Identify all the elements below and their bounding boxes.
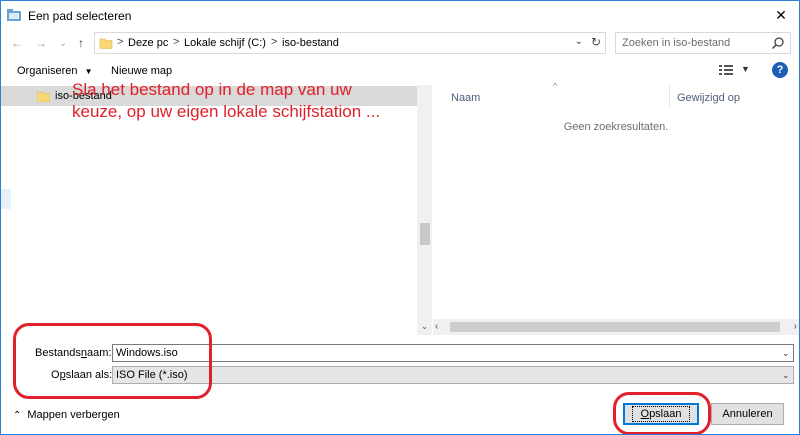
new-folder-button[interactable]: Nieuwe map [111, 65, 172, 77]
arrow-up-icon: ↑ [78, 36, 84, 50]
navigation-scrollbar[interactable] [417, 85, 432, 335]
folder-icon [37, 91, 50, 102]
view-dropdown-icon[interactable]: ▼ [741, 64, 750, 74]
filetype-select[interactable]: ISO File (*.iso) [112, 366, 794, 384]
hide-folders-label: Mappen verbergen [27, 409, 120, 421]
search-placeholder: Zoeken in iso-bestand [622, 37, 731, 49]
highlight-ring-fields [13, 323, 212, 399]
caret-down-icon: ▼ [84, 67, 93, 76]
breadcrumb-separator: > [117, 36, 124, 48]
column-header-modified[interactable]: Gewijzigd op [677, 92, 740, 104]
window-title: Een pad selecteren [28, 9, 132, 23]
breadcrumb-iso-folder[interactable]: iso-bestand [282, 37, 339, 49]
refresh-button[interactable]: ↻ [591, 35, 601, 49]
close-button[interactable]: ✕ [763, 1, 799, 29]
chevron-down-icon: ⌄ [59, 37, 67, 48]
chevron-up-icon: ⌃ [13, 410, 22, 421]
breadcrumb-separator: > [173, 36, 180, 48]
up-button[interactable]: ↑ [73, 35, 89, 51]
forward-button[interactable]: → [33, 35, 49, 51]
filename-dropdown-icon[interactable]: ⌄ [782, 348, 790, 359]
sort-caret-icon: ^ [553, 81, 558, 91]
cancel-button[interactable]: Annuleren [711, 403, 784, 425]
horizontal-scrollbar[interactable]: ‹ › [433, 319, 799, 335]
address-bar[interactable]: > Deze pc > Lokale schijf (C:) > iso-bes… [94, 32, 606, 54]
filetype-dropdown-icon[interactable]: ⌄ [782, 370, 790, 381]
search-icon [771, 37, 784, 50]
back-button[interactable]: ← [9, 35, 25, 51]
help-icon[interactable]: ? [772, 62, 788, 78]
scrollbar-thumb[interactable] [420, 223, 430, 245]
save-dialog: Een pad selecteren ✕ ← → ⌄ ↑ > Deze pc >… [0, 0, 800, 435]
view-options-icon[interactable] [719, 64, 733, 76]
arrow-right-icon: → [35, 36, 47, 50]
breadcrumb-separator: > [271, 36, 278, 48]
pane-edge-highlight [1, 189, 11, 209]
folder-icon [99, 38, 113, 49]
filename-input[interactable] [112, 344, 794, 362]
chevron-down-icon: ⌄ [574, 36, 583, 47]
address-history-button[interactable]: ⌄ [575, 36, 583, 47]
search-input[interactable]: Zoeken in iso-bestand [615, 32, 791, 54]
instruction-annotation: Sla het bestand op in de map van uw keuz… [72, 80, 381, 121]
breadcrumb-this-pc[interactable]: Deze pc [128, 37, 168, 49]
chevron-right-icon[interactable]: › [794, 321, 797, 332]
hide-folders-button[interactable]: ⌃ Mappen verbergen [13, 409, 120, 421]
organize-button[interactable]: Organiseren ▼ [17, 65, 93, 77]
recent-locations-button[interactable]: ⌄ [55, 35, 71, 51]
column-header-name[interactable]: Naam [451, 92, 480, 104]
breadcrumb-local-disk[interactable]: Lokale schijf (C:) [184, 37, 266, 49]
organize-label: Organiseren [17, 65, 78, 77]
column-divider [669, 85, 670, 107]
refresh-icon: ↻ [590, 35, 601, 49]
chevron-left-icon[interactable]: ‹ [435, 321, 438, 332]
highlight-ring-save [613, 392, 711, 434]
arrow-left-icon: ← [11, 36, 23, 50]
folder-picture-icon [7, 9, 21, 21]
chevron-down-icon: ⌄ [420, 321, 429, 331]
file-list: ^ Naam Gewijzigd op Geen zoekresultaten.… [433, 81, 799, 335]
empty-results-message: Geen zoekresultaten. [563, 121, 669, 133]
scroll-down-button[interactable]: ⌄ [417, 319, 432, 334]
scrollbar-thumb[interactable] [450, 322, 780, 332]
title-bar: Een pad selecteren ✕ [1, 1, 799, 30]
navigation-bar: ← → ⌄ ↑ > Deze pc > Lokale schijf (C:) >… [1, 30, 799, 56]
close-icon: ✕ [775, 6, 787, 23]
